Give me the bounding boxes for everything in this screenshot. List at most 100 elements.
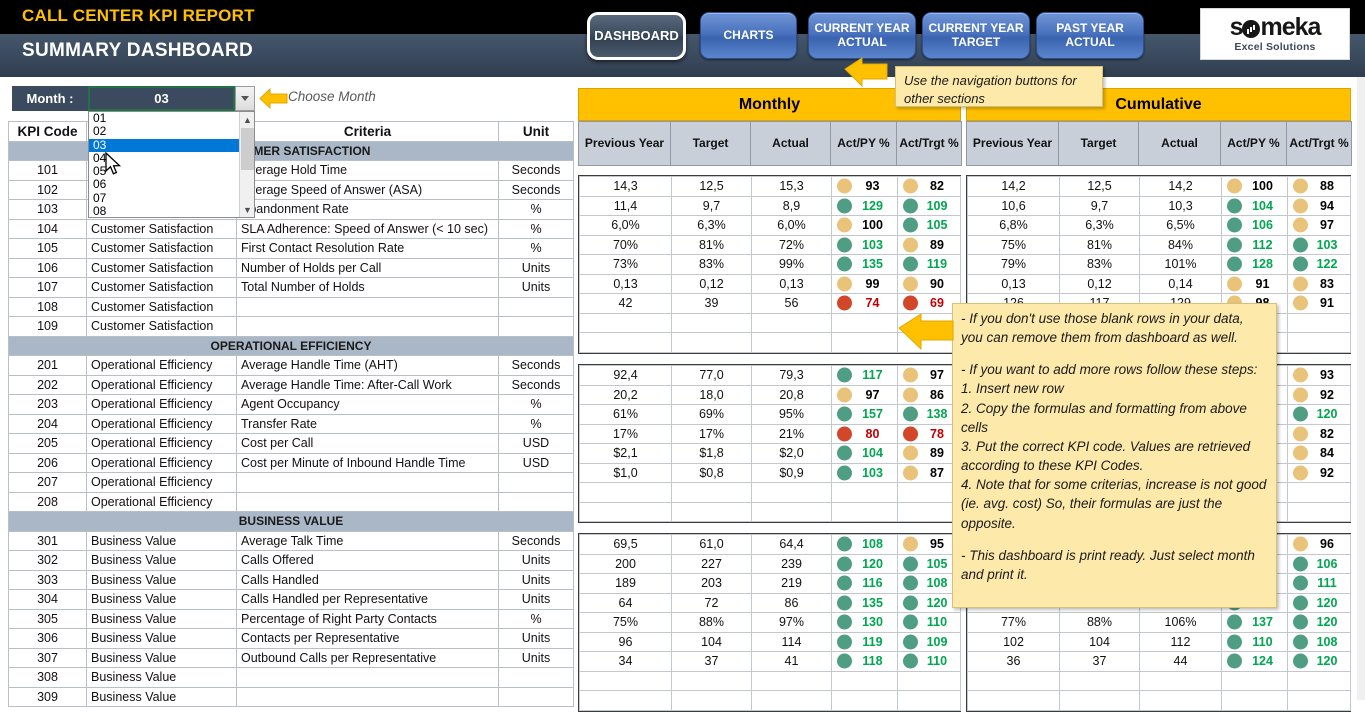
status-dot-green-icon (837, 465, 852, 480)
table-row[interactable]: 309Business Value (9, 687, 574, 707)
note-gap (961, 347, 1268, 360)
month-option-selected[interactable]: 03 (89, 139, 254, 152)
mouse-cursor-icon (105, 152, 122, 181)
unit-cell (499, 668, 574, 688)
section-title: OPERATIONAL EFFICIENCY (9, 336, 574, 356)
category-cell: Customer Satisfaction (87, 278, 237, 298)
status-dot-green-icon (1293, 634, 1308, 649)
table-row[interactable]: 107Customer SatisfactionTotal Number of … (9, 278, 574, 298)
month-option[interactable]: 08 (89, 205, 254, 218)
cumulative-act-py-cell: 110 (1222, 632, 1288, 652)
dropdown-scrollbar[interactable]: ▲ ▼ (239, 112, 254, 217)
unit-cell: % (499, 219, 574, 239)
table-row[interactable]: 307Business ValueOutbound Calls per Repr… (9, 648, 574, 668)
nav-button-dashboard[interactable]: DASHBOARD (587, 12, 686, 60)
cumulative-act-trgt-cell: 94 (1288, 196, 1351, 216)
status-dot-green-icon (837, 595, 852, 610)
table-row[interactable]: 109Customer Satisfaction (9, 317, 574, 337)
monthly-actual-cell: 41 (752, 652, 832, 672)
category-cell: Customer Satisfaction (87, 258, 237, 278)
month-dropdown-button[interactable] (235, 86, 255, 111)
status-dot-amber-icon (903, 237, 918, 252)
scroll-down-icon[interactable]: ▼ (240, 202, 255, 217)
section-header-row: BUSINESS VALUE (9, 512, 574, 532)
nav-button-current-year-target[interactable]: CURRENT YEAR TARGET (922, 12, 1030, 59)
kpi-percent-value: 83 (1305, 277, 1349, 291)
monthly-target-cell: 39 (672, 294, 752, 314)
scrollbar-thumb[interactable] (241, 128, 254, 170)
table-row[interactable]: 303Business ValueCalls HandledUnits (9, 570, 574, 590)
table-row[interactable]: 301Business ValueAverage Talk TimeSecond… (9, 531, 574, 551)
monthly-act-py-cell: 118 (832, 652, 898, 672)
monthly-act-py-cell (832, 313, 898, 333)
table-row[interactable]: 305Business ValuePercentage of Right Par… (9, 609, 574, 629)
unit-cell: Units (499, 278, 574, 298)
table-row[interactable]: 104Customer SatisfactionSLA Adherence: S… (9, 219, 574, 239)
table-row[interactable]: 202Operational EfficiencyAverage Handle … (9, 375, 574, 395)
table-row[interactable]: 302Business ValueCalls OfferedUnits (9, 551, 574, 571)
table-row[interactable]: 203Operational EfficiencyAgent Occupancy… (9, 395, 574, 415)
table-row[interactable]: 207Operational Efficiency (9, 473, 574, 493)
table-row[interactable]: 105Customer SatisfactionFirst Contact Re… (9, 239, 574, 259)
table-row[interactable]: 306Business ValueContacts per Representa… (9, 629, 574, 649)
month-option[interactable]: 02 (89, 125, 254, 138)
monthly-target-cell (672, 502, 752, 522)
monthly-previous-year-cell: 14,3 (580, 177, 672, 197)
status-dot-green-icon (1293, 654, 1308, 669)
nav-button-charts[interactable]: CHARTS (700, 12, 797, 59)
monthly-actual-cell: 6,0% (752, 216, 832, 236)
cumulative-previous-year-cell: 10,6 (968, 196, 1060, 216)
status-dot-green-icon (1293, 257, 1308, 272)
nav-callout-note: Use the navigation buttons for other sec… (895, 66, 1103, 107)
monthly-previous-year-cell: 69,5 (580, 535, 672, 555)
value-row (968, 691, 1351, 711)
month-option[interactable]: 01 (89, 112, 254, 125)
scroll-up-icon[interactable]: ▲ (240, 112, 255, 127)
monthly-previous-year-cell: 34 (580, 652, 672, 672)
nav-button-past-year-actual[interactable]: PAST YEAR ACTUAL (1036, 12, 1144, 59)
cumulative-target-cell (1060, 671, 1140, 691)
monthly-previous-year-cell: 73% (580, 255, 672, 275)
kpi-code-cell: 105 (9, 239, 87, 259)
cumulative-actual-cell: 10,3 (1140, 196, 1222, 216)
table-row[interactable]: 205Operational EfficiencyCost per CallUS… (9, 434, 574, 454)
cumulative-col-act-py: Act/PY % (1221, 122, 1287, 166)
unit-cell: Seconds (499, 180, 574, 200)
cumulative-act-py-cell: 91 (1222, 274, 1288, 294)
criteria-cell: Total Number of Holds (237, 278, 499, 298)
kpi-percent-value: 93 (1305, 368, 1349, 382)
month-option[interactable]: 07 (89, 192, 254, 205)
table-row[interactable]: 308Business Value (9, 668, 574, 688)
criteria-cell: Average Handle Time: After-Call Work (237, 375, 499, 395)
monthly-target-cell: $0,8 (672, 463, 752, 483)
criteria-cell: Average Handle Time (AHT) (237, 356, 499, 376)
table-row[interactable]: 106Customer SatisfactionNumber of Holds … (9, 258, 574, 278)
status-dot-green-icon (837, 368, 852, 383)
monthly-act-trgt-cell: 110 (898, 652, 961, 672)
cumulative-target-cell: 104 (1060, 632, 1140, 652)
nav-button-current-year-actual[interactable]: CURRENT YEAR ACTUAL (808, 12, 916, 59)
note-line: 2. Copy the formulas and formatting from… (961, 399, 1268, 437)
monthly-actual-cell (752, 333, 832, 353)
month-select-value[interactable]: 03 (88, 86, 235, 111)
status-dot-green-icon (837, 198, 852, 213)
cumulative-actual-cell: 0,14 (1140, 274, 1222, 294)
kpi-code-cell: 202 (9, 375, 87, 395)
table-row[interactable]: 108Customer Satisfaction (9, 297, 574, 317)
table-row[interactable]: 201Operational EfficiencyAverage Handle … (9, 356, 574, 376)
status-dot-amber-icon (1293, 465, 1308, 480)
category-cell: Business Value (87, 687, 237, 707)
table-row[interactable]: 206Operational EfficiencyCost per Minute… (9, 453, 574, 473)
table-row[interactable]: 204Operational EfficiencyTransfer Rate% (9, 414, 574, 434)
kpi-percent-value: 117 (849, 368, 896, 382)
status-dot-red-icon (837, 426, 852, 441)
table-row[interactable]: 208Operational Efficiency (9, 492, 574, 512)
table-row[interactable]: 304Business ValueCalls Handled per Repre… (9, 590, 574, 610)
monthly-actual-cell (752, 313, 832, 333)
kpi-percent-value: 91 (1305, 296, 1349, 310)
rows-callout-note: - If you don't use those blank rows in y… (952, 303, 1277, 608)
status-dot-green-icon (1227, 218, 1242, 233)
kpi-code-cell: 301 (9, 531, 87, 551)
cumulative-act-py-cell: 100 (1222, 177, 1288, 197)
monthly-col-previous-year: Previous Year (579, 122, 671, 166)
